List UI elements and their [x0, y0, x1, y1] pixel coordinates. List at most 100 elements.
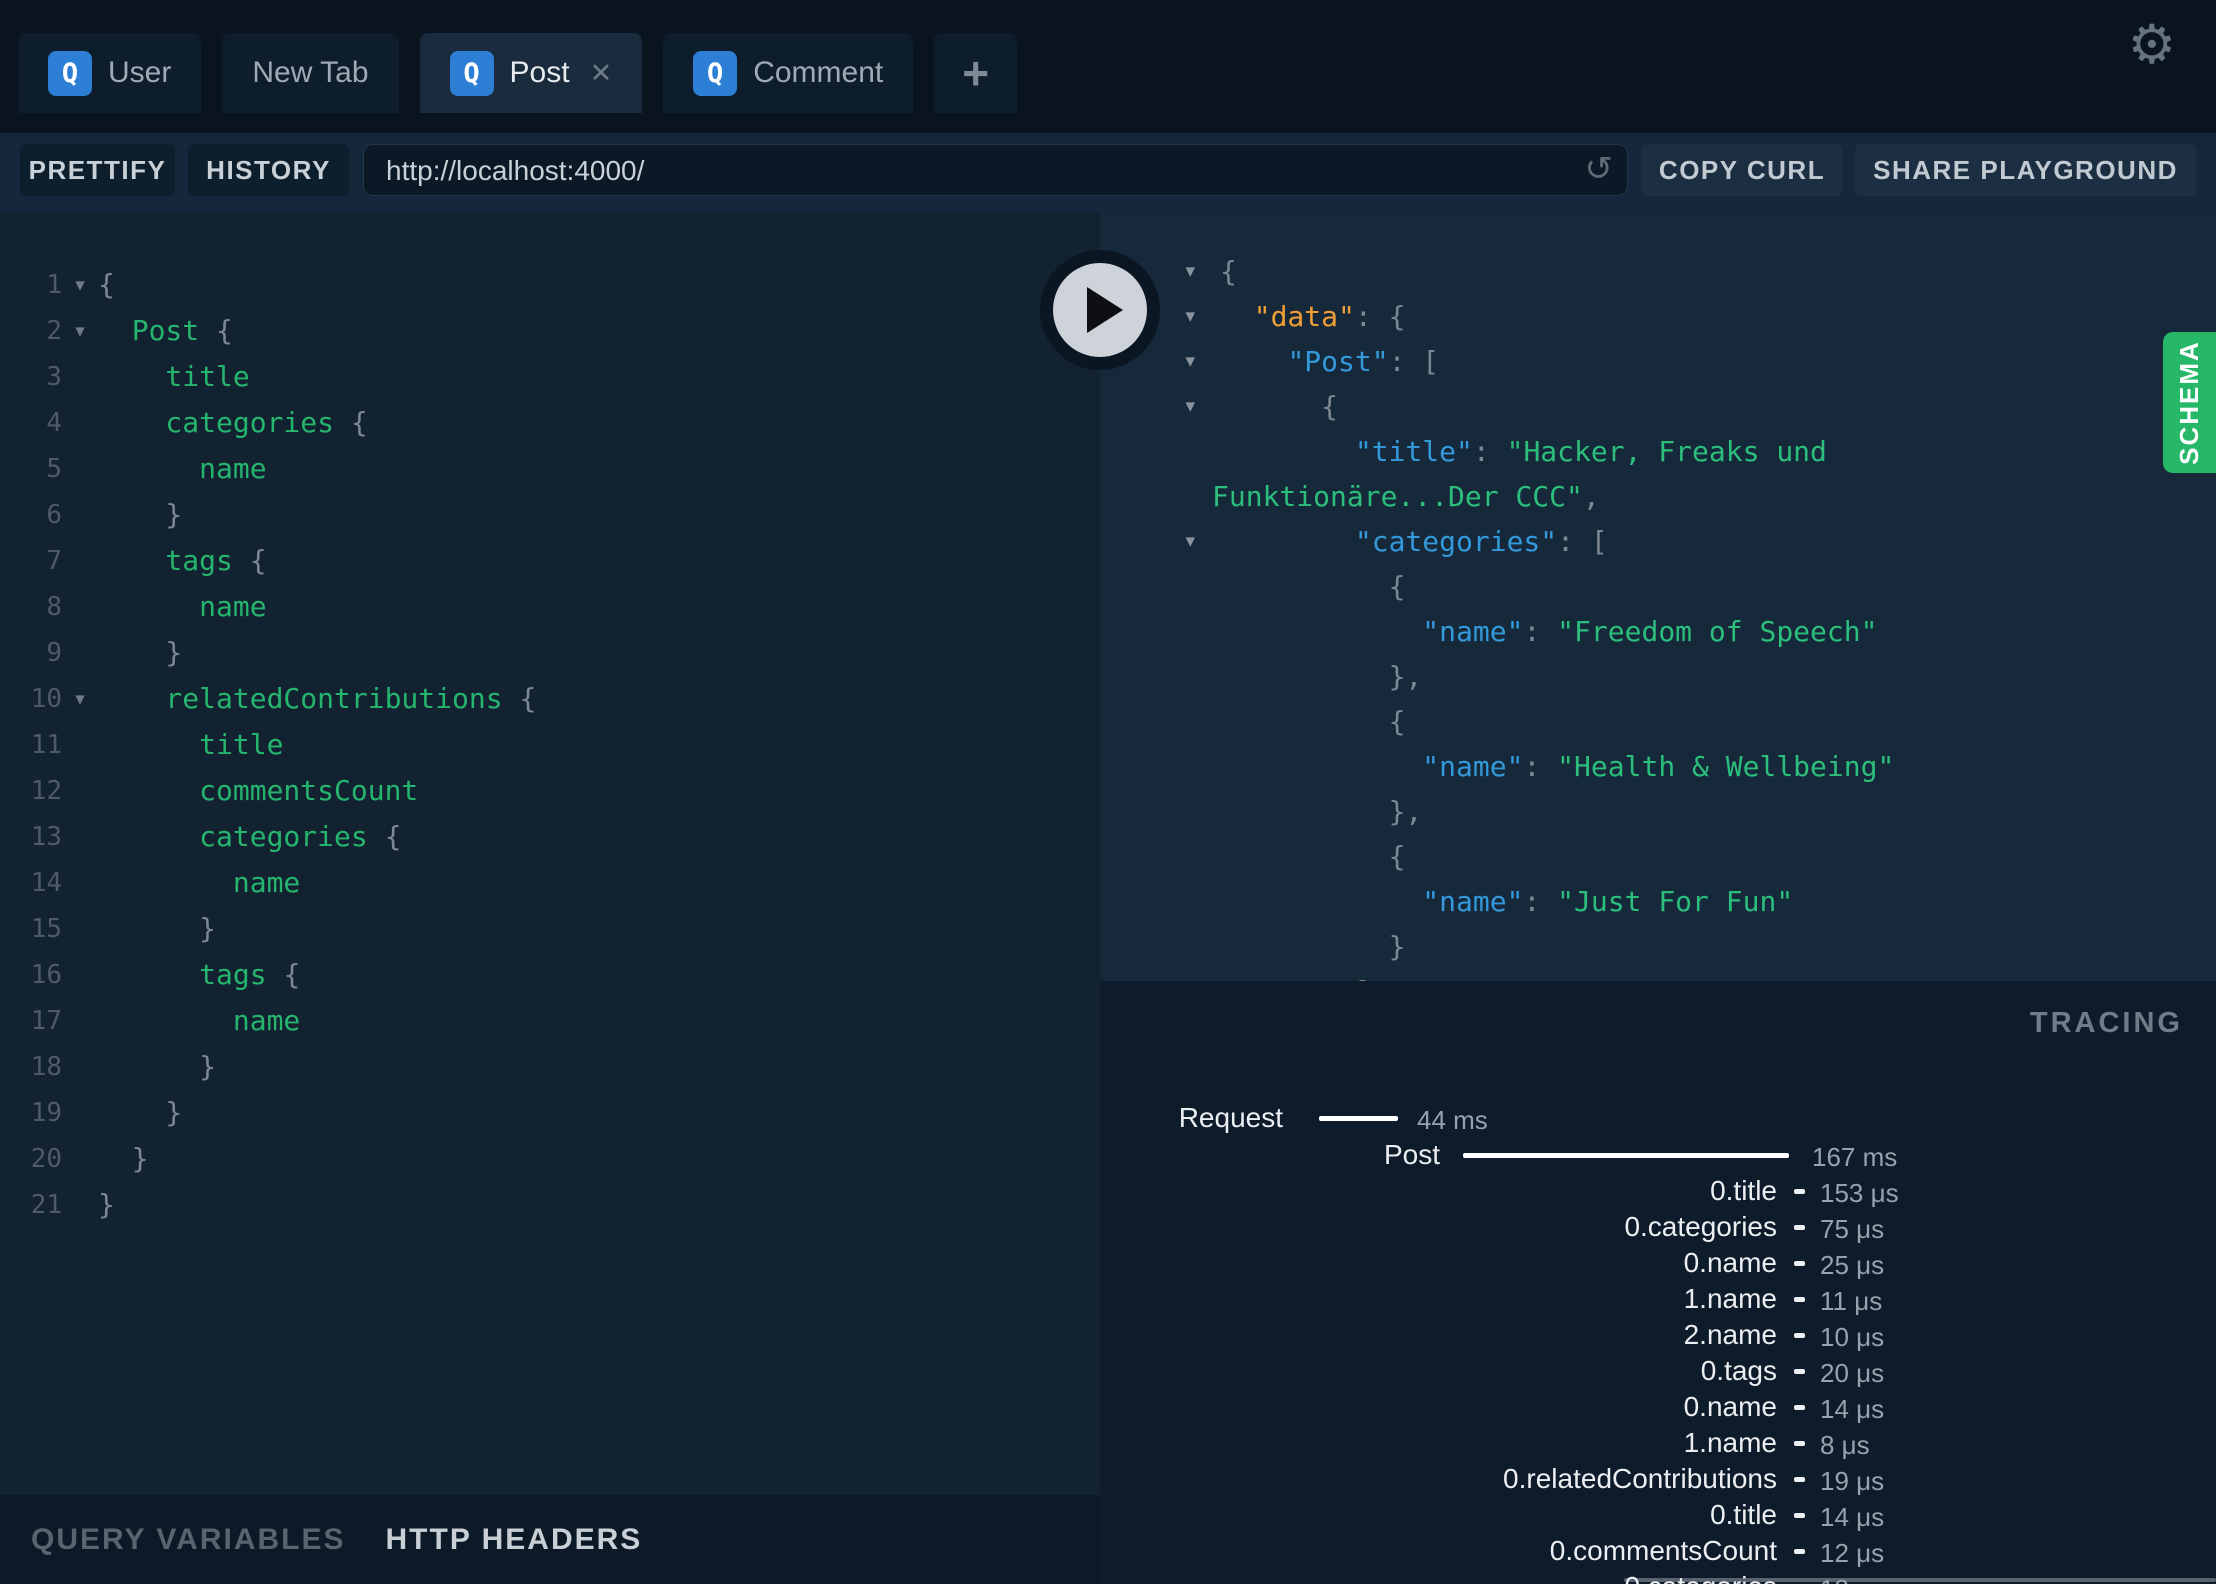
http-headers-tab[interactable]: HTTP HEADERS: [386, 1523, 643, 1557]
json-text: "name": "Just For Fun": [1422, 885, 1794, 918]
trace-field-row: 0.commentsCount 12 μs: [1100, 1533, 2216, 1569]
reload-schema-icon[interactable]: ↺: [1585, 149, 1614, 189]
code-text: }: [98, 912, 217, 945]
tracing-title: TRACING: [2029, 1007, 2183, 1039]
query-editor[interactable]: 1 ▾{2 ▾ Post {3 title 4 categories {5 name 6…: [0, 212, 1100, 1495]
line-number: 13: [30, 822, 62, 852]
endpoint-url-input[interactable]: [384, 145, 1568, 197]
trace-field-bar: [1794, 1405, 1805, 1410]
trace-field-time: 14 μs: [1820, 1394, 1885, 1424]
trace-field-time: 153 μs: [1820, 1178, 1899, 1208]
trace-bar: [1463, 1153, 1789, 1158]
fold-arrow-icon[interactable]: ▾: [62, 262, 98, 308]
response-line: "title": "Hacker, Freaks und: [1100, 429, 2216, 474]
response-line: {: [1100, 564, 2216, 609]
query-badge-icon: Q: [48, 50, 92, 96]
tab-user[interactable]: Q User: [18, 33, 202, 113]
trace-time: 167 ms: [1812, 1142, 1898, 1172]
json-text: "Post": [: [1287, 345, 1440, 378]
editor-line: 12 commentsCount: [0, 768, 1100, 814]
json-text: ]: [1220, 969, 1372, 981]
query-variables-tab[interactable]: QUERY VARIABLES: [31, 1523, 346, 1557]
history-button[interactable]: HISTORY: [188, 144, 349, 196]
json-text: "name": "Freedom of Speech": [1422, 615, 1878, 648]
json-text: Funktionäre...Der CCC",: [1212, 480, 1600, 513]
trace-field-bar: [1794, 1261, 1805, 1266]
json-text: {: [1220, 840, 1406, 873]
line-number: 12: [30, 776, 62, 806]
tab-comment[interactable]: Q Comment: [663, 33, 914, 113]
response-line: ▾ "Post": [: [1100, 339, 2216, 384]
fold-arrow-icon[interactable]: ▾: [62, 676, 98, 722]
editor-line: 19 }: [0, 1090, 1100, 1136]
json-text: },: [1220, 660, 1423, 693]
trace-field-row: 0.name 25 μs: [1100, 1245, 2216, 1281]
trace-field-label: 0.title: [1710, 1499, 1777, 1530]
response-line: },: [1100, 654, 2216, 699]
response-line: ▾ "categories": [: [1100, 519, 2216, 564]
fold-arrow-icon[interactable]: ▾: [62, 308, 98, 354]
editor-line: 6 }: [0, 492, 1100, 538]
share-playground-button[interactable]: SHARE PLAYGROUND: [1855, 144, 2196, 196]
fold-gutter: [62, 998, 98, 1044]
new-tab-button[interactable]: +: [934, 33, 1018, 113]
trace-field-time: 19 μs: [1820, 1466, 1885, 1496]
fold-gutter: [62, 538, 98, 584]
editor-line: 3 title: [0, 354, 1100, 400]
trace-field-label: 1.name: [1683, 1427, 1777, 1458]
collapse-arrow-icon[interactable]: ▾: [1100, 519, 1195, 564]
close-tab-icon[interactable]: ✕: [590, 58, 613, 89]
editor-line: 7 tags {: [0, 538, 1100, 584]
tab-label: New Tab: [252, 56, 369, 89]
trace-field-bar: [1794, 1369, 1805, 1374]
execute-query-button[interactable]: [1040, 250, 1160, 370]
code-text: commentsCount: [98, 774, 419, 807]
trace-field-bar: [1794, 1549, 1805, 1554]
collapse-gutter: [1100, 744, 1195, 789]
settings-gear-icon[interactable]: ⚙: [2128, 18, 2176, 72]
schema-tab[interactable]: SCHEMA: [2163, 332, 2216, 473]
copy-curl-button[interactable]: COPY CURL: [1641, 144, 1843, 196]
tab-new-tab[interactable]: New Tab: [222, 33, 399, 113]
trace-field-label: 0.tags: [1700, 1355, 1777, 1386]
code-text: name: [98, 452, 267, 485]
editor-line: 4 categories {: [0, 400, 1100, 446]
trace-field-row: 0.name 14 μs: [1100, 1389, 2216, 1425]
collapse-arrow-icon[interactable]: ▾: [1100, 384, 1195, 429]
collapse-gutter: [1100, 429, 1195, 474]
json-text: "title": "Hacker, Freaks und: [1354, 435, 1827, 468]
response-line: ]: [1100, 969, 2216, 981]
trace-time: 44 ms: [1417, 1105, 1488, 1135]
json-text: },: [1220, 795, 1423, 828]
fold-gutter: [62, 400, 98, 446]
fold-gutter: [62, 1136, 98, 1182]
line-number: 17: [30, 1006, 62, 1036]
line-number: 18: [30, 1052, 62, 1082]
trace-field-row: 0.categories 13 μs: [1100, 1569, 2216, 1584]
prettify-button[interactable]: PRETTIFY: [20, 144, 175, 196]
tab-post[interactable]: Q Post ✕: [419, 33, 643, 113]
query-badge-icon: Q: [693, 50, 738, 96]
trace-field-label: 0.relatedContributions: [1503, 1463, 1777, 1494]
editor-line: 15 }: [0, 906, 1100, 952]
response-line: "name": "Health & Wellbeing": [1100, 744, 2216, 789]
collapse-gutter: [1100, 654, 1195, 699]
query-badge-icon: Q: [449, 50, 494, 96]
response-line: ▾ "data": {: [1100, 294, 2216, 339]
json-text: "data": {: [1253, 300, 1406, 333]
trace-field-bar: [1794, 1513, 1805, 1518]
line-number: 7: [46, 546, 62, 576]
trace-field-time: 25 μs: [1820, 1250, 1885, 1280]
endpoint-url-field[interactable]: ↺: [363, 144, 1628, 197]
trace-field-bar: [1794, 1333, 1805, 1338]
fold-gutter: [62, 952, 98, 998]
fold-gutter: [62, 492, 98, 538]
trace-field-time: 8 μs: [1820, 1430, 1870, 1460]
json-text: }: [1220, 930, 1406, 963]
response-line: ▾ {: [1100, 384, 2216, 429]
code-text: }: [98, 1096, 183, 1129]
trace-field-row: 0.title 153 μs: [1100, 1173, 2216, 1209]
fold-gutter: [62, 860, 98, 906]
fold-gutter: [62, 814, 98, 860]
editor-line: 8 name: [0, 584, 1100, 630]
